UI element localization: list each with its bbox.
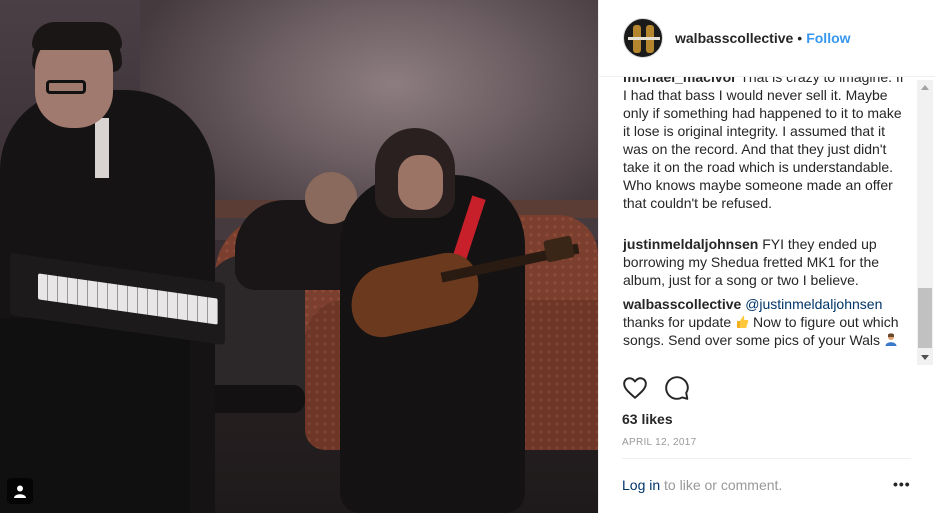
user-tag-icon[interactable] [7, 478, 33, 504]
thumbs-up-emoji-icon [735, 315, 749, 329]
comment-bubble-icon[interactable] [664, 375, 690, 406]
photo-glasses [46, 80, 86, 94]
scrollbar-thumb[interactable] [918, 288, 932, 348]
post-photo[interactable] [0, 0, 598, 513]
post-header: walbasscollective • Follow [599, 0, 935, 77]
photo-keyboardist-fringe [32, 22, 122, 50]
comment-text: thanks for update [623, 314, 732, 330]
photo-bassist-face [398, 155, 443, 210]
comment-username[interactable]: justinmeldaljohnsen [623, 236, 758, 252]
comment-item: justinmeldaljohnsen FYI they ended up bo… [599, 235, 917, 289]
heart-icon[interactable] [622, 375, 648, 406]
login-prompt-text: to like or comment. [664, 477, 783, 493]
post-date: APRIL 12, 2017 [622, 437, 697, 448]
likes-count[interactable]: 63 likes [622, 411, 673, 427]
scroll-up-arrow-icon[interactable] [917, 80, 933, 94]
comment-item: michael_macivor That is crazy to imagine… [599, 77, 917, 212]
comment-username[interactable]: walbasscollective [623, 296, 741, 312]
comment-mention[interactable]: @justinmeldaljohnsen [745, 296, 882, 312]
divider [622, 458, 911, 459]
comment-username[interactable]: michael_macivor [623, 77, 737, 85]
comment-text: That is crazy to imagine. If I had that … [623, 77, 904, 211]
more-options-button[interactable]: ••• [893, 476, 911, 492]
post-actions [622, 375, 690, 406]
header-separator: • [797, 30, 803, 46]
photo-bassist [340, 175, 525, 513]
login-prompt: Log in to like or comment. [622, 477, 782, 493]
comment-item: walbasscollective @justinmeldaljohnsen t… [599, 295, 917, 349]
photo-shoes [205, 385, 305, 413]
scroll-down-arrow-icon[interactable] [917, 350, 933, 364]
photo-shirt-collar [95, 118, 109, 178]
login-link[interactable]: Log in [622, 477, 660, 493]
person-emoji-icon [884, 333, 898, 347]
avatar[interactable] [623, 18, 663, 58]
comments-list[interactable]: michael_macivor That is crazy to imagine… [599, 77, 917, 367]
post-username[interactable]: walbasscollective [675, 30, 793, 46]
follow-button[interactable]: Follow [806, 30, 850, 46]
